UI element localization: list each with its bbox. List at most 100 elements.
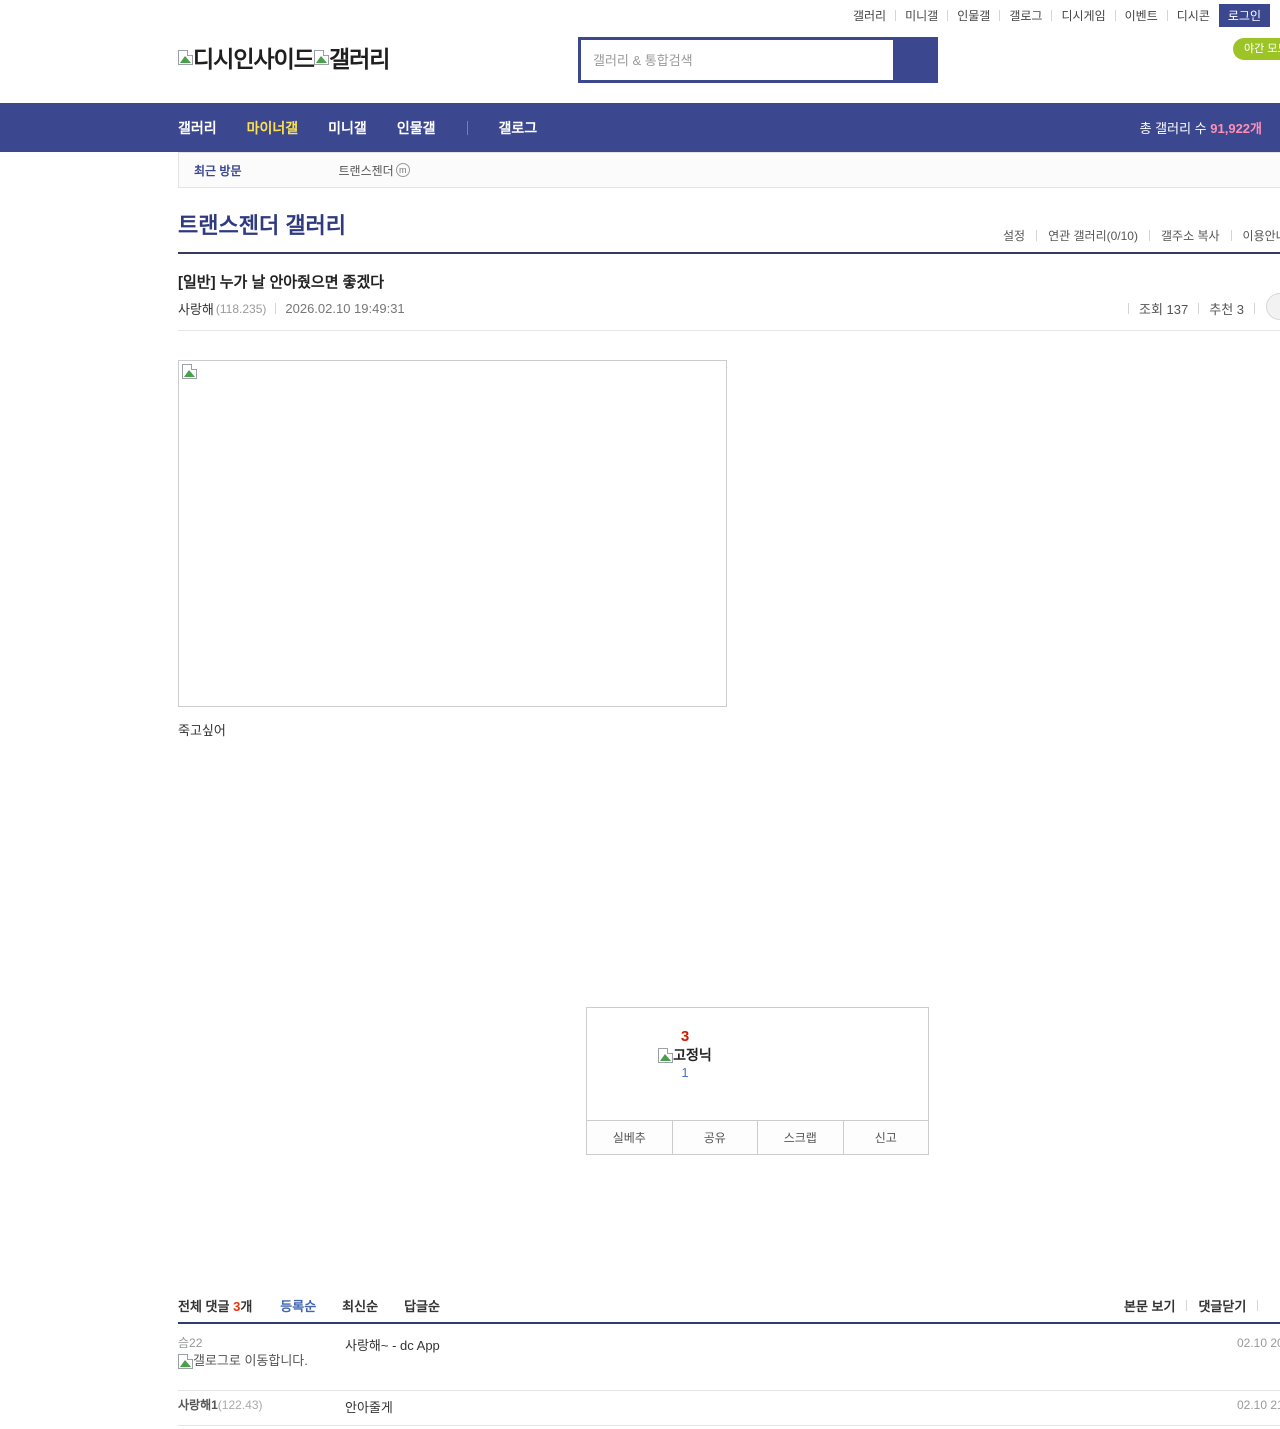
divider — [178, 1425, 1280, 1426]
nav-item-gallog[interactable]: 갤로그 — [498, 118, 537, 138]
copy-gallery-url-link[interactable]: 갤주소 복사 — [1161, 227, 1220, 244]
topbar-link-minigal[interactable]: 미니갤 — [905, 7, 938, 24]
divider — [1148, 230, 1150, 241]
section-rule — [178, 252, 1280, 254]
nav-item-mini-gallery[interactable]: 미니갤 — [328, 118, 367, 138]
comment-author-gallog-link[interactable]: 갤로그로 이동합니다. — [178, 1353, 312, 1370]
gallery-title[interactable]: 트랜스젠더 갤러리 — [178, 208, 346, 240]
topbar-link-dcgame[interactable]: 디시게임 — [1061, 7, 1105, 24]
divider — [1257, 1300, 1259, 1311]
comment-text: 사랑해~ - dc App — [345, 1338, 440, 1353]
broken-image-icon — [313, 49, 329, 65]
view-post-button[interactable]: 본문 보기 — [1124, 1296, 1175, 1315]
login-button[interactable]: 로그인 — [1218, 3, 1270, 27]
close-comments-button[interactable]: 댓글닫기 — [1198, 1296, 1246, 1315]
divider — [1198, 303, 1200, 314]
comment-author-nick[interactable]: 슴22 — [178, 1334, 338, 1351]
search-input[interactable] — [581, 40, 893, 80]
scrap-button[interactable]: 스크랩 — [757, 1121, 843, 1154]
divider — [1186, 1300, 1188, 1311]
comment-author-ip: (122.43) — [217, 1398, 263, 1412]
divider — [178, 1390, 1280, 1391]
comments-total: 전체 댓글 3개 — [178, 1296, 252, 1315]
logo-text-dcinside: 디시인사이드 — [193, 46, 315, 72]
view-count: 조회 137 — [1139, 302, 1189, 317]
post-author-ip: (118.235) — [215, 301, 267, 316]
divider — [895, 9, 897, 21]
post-body-text: 죽고싶어 — [178, 723, 226, 738]
comment-date: 02.10 20 — [1237, 1336, 1280, 1350]
dcinside-post-page: 갤러리 미니갤 인물갤 갤로그 디시게임 이벤트 디시콘 로그인 디시인사이드갤… — [0, 0, 1280, 1429]
divider — [1166, 9, 1168, 21]
total-gallery-count: 총 갤러리 수 91,922개 — [1140, 118, 1280, 137]
divider — [999, 9, 1001, 21]
post-action-bar: 실베추 공유 스크랩 신고 — [587, 1121, 928, 1154]
downvote-count[interactable]: 1 — [630, 1065, 740, 1080]
divider — [1036, 230, 1038, 241]
like-count: 추천 3 — [1209, 302, 1244, 317]
post-meta: 사랑해 (118.235) 2026.02.10 19:49:31 — [178, 299, 405, 318]
post-title: [일반] 누가 날 안아줬으면 좋겠다 — [178, 274, 385, 291]
comments-total-suffix: 개 — [240, 1299, 253, 1314]
fixed-nick-label: 고정닉 — [673, 1047, 712, 1063]
topbar-link-event[interactable]: 이벤트 — [1125, 7, 1158, 24]
topbar-link-gallog[interactable]: 갤로그 — [1009, 7, 1042, 24]
divider — [178, 330, 1280, 331]
main-nav-bar: 갤러리 마이너갤 미니갤 인물갤 갤로그 총 갤러리 수 91,922개 — [0, 103, 1280, 152]
upvote-count[interactable]: 3 — [630, 1028, 740, 1045]
post-date: 2026.02.10 19:49:31 — [285, 301, 405, 316]
share-button[interactable]: 공유 — [671, 1121, 758, 1154]
post-author[interactable]: 사랑해 — [178, 299, 214, 318]
gallery-utility-links: 설정 연관 갤러리(0/10) 갤주소 복사 이용안내 — [1003, 227, 1280, 244]
sort-registered-tab[interactable]: 등록순 — [280, 1296, 316, 1315]
sort-reply-tab[interactable]: 답글순 — [404, 1296, 440, 1315]
divider — [467, 120, 469, 135]
comments-sort-tabs: 등록순 최신순 답글순 — [280, 1296, 440, 1315]
post-image-placeholder — [178, 360, 727, 707]
comment-date: 02.10 21 — [1237, 1398, 1280, 1412]
post-stats: 조회 137 추천 3 — [1128, 299, 1255, 318]
comment-author-block: 사랑해1(122.43) — [178, 1396, 338, 1413]
total-gallery-number: 91,922개 — [1210, 121, 1262, 136]
divider — [1051, 9, 1053, 21]
topbar-link-persongal[interactable]: 인물갤 — [957, 7, 990, 24]
fixed-nick-row: 고정닉 — [630, 1045, 740, 1065]
gallery-settings-link[interactable]: 설정 — [1003, 227, 1025, 244]
recent-visit-bar: 최근 방문 트랜스젠더 m — [178, 152, 1280, 188]
nav-item-minor-gallery[interactable]: 마이너갤 — [247, 118, 299, 138]
divider — [1254, 303, 1255, 314]
topbar-link-dccon[interactable]: 디시콘 — [1177, 7, 1210, 24]
sort-latest-tab[interactable]: 최신순 — [342, 1296, 378, 1315]
site-logo[interactable]: 디시인사이드 갤러리 — [178, 40, 390, 74]
report-button[interactable]: 신고 — [842, 1121, 929, 1154]
related-galleries-link[interactable]: 연관 갤러리(0/10) — [1048, 227, 1138, 244]
post-extra-button[interactable] — [1266, 293, 1280, 320]
recent-visit-gallery[interactable]: 트랜스젠더 m — [339, 162, 410, 179]
night-mode-button[interactable]: 야간 모드 — [1233, 38, 1280, 60]
silbechu-button[interactable]: 실베추 — [587, 1121, 672, 1154]
comments-rule — [178, 1322, 1280, 1324]
nav-item-gallery[interactable]: 갤러리 — [178, 118, 217, 138]
vote-counts: 3 고정닉 1 — [587, 1028, 928, 1121]
vote-box: 3 고정닉 1 실베추 공유 스크랩 신고 — [586, 1007, 929, 1155]
comment-author-block: 슴22 갤로그로 이동합니다. — [178, 1334, 338, 1370]
topbar-link-gallery[interactable]: 갤러리 — [853, 7, 886, 24]
comments-header: 전체 댓글 3개 등록순 최신순 답글순 — [178, 1296, 440, 1315]
comment-author-nick[interactable]: 사랑해1 — [178, 1398, 218, 1412]
minor-gallery-icon: m — [395, 163, 410, 177]
nav-item-person-gallery[interactable]: 인물갤 — [397, 118, 436, 138]
top-utility-bar: 갤러리 미니갤 인물갤 갤로그 디시게임 이벤트 디시콘 로그인 — [0, 0, 1280, 30]
divider — [275, 303, 277, 314]
recent-gallery-name: 트랜스젠더 — [338, 163, 394, 178]
comment-text: 안아줄게 — [345, 1400, 393, 1415]
broken-image-icon — [658, 1047, 674, 1063]
broken-image-icon — [178, 1354, 193, 1370]
gallog-alt-text: 갤로그로 이동합니다. — [193, 1353, 308, 1368]
broken-image-icon — [182, 364, 197, 379]
logo-text-gallery: 갤러리 — [328, 46, 390, 72]
broken-image-icon — [178, 49, 193, 65]
usage-guide-link[interactable]: 이용안내 — [1243, 227, 1280, 244]
divider — [1230, 230, 1232, 241]
search-button[interactable] — [893, 40, 935, 80]
recent-visit-label[interactable]: 최근 방문 — [194, 162, 242, 179]
